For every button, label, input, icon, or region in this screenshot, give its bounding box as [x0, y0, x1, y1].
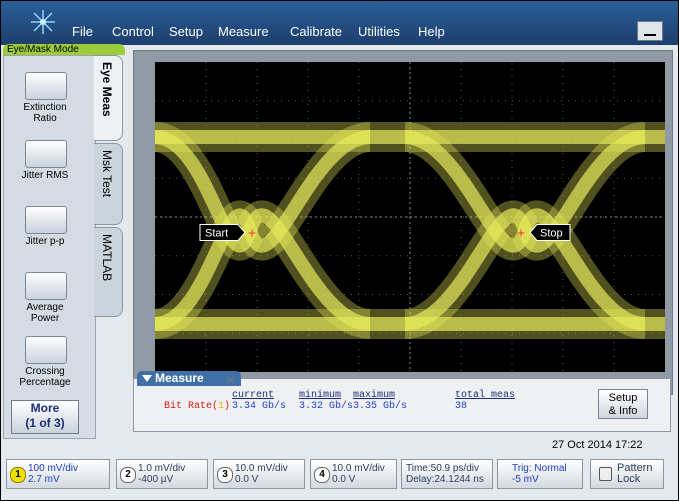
trigger-setting[interactable]: Trig: Normal -5 mV — [497, 459, 583, 489]
trigger-text: Trig: Normal -5 mV — [512, 463, 567, 485]
start-crosshair: + — [248, 225, 256, 241]
channel-4-badge: 4 — [314, 467, 330, 483]
tab-msk-test-label: Msk Test — [100, 150, 114, 198]
average-power-button[interactable]: Average Power — [14, 272, 76, 324]
menu-bar: File Control Setup Measure Calibrate Uti… — [1, 1, 678, 45]
trigger-level: -5 mV — [512, 474, 539, 485]
channel-4-setting[interactable]: 4 10.0 mV/div 0.0 V — [310, 459, 397, 489]
more-label: More — [30, 401, 60, 415]
jitter-pp-button[interactable]: Jitter p-p — [14, 206, 76, 247]
value-maximum: 3.35 Gb/s — [353, 401, 408, 412]
minimize-button[interactable] — [637, 21, 663, 41]
lock-icon — [599, 467, 612, 481]
timebase-text: Time:50.9 ps/div Delay:24.1244 ns — [406, 463, 484, 485]
tab-msk-test[interactable]: Msk Test — [94, 143, 123, 225]
crossing-percentage-button[interactable]: Crossing Percentage — [14, 336, 76, 388]
more-button[interactable]: More (1 of 3) — [11, 400, 79, 434]
extinction-ratio-button[interactable]: Extinction Ratio — [14, 72, 76, 124]
extinction-ratio-icon — [25, 72, 67, 100]
channel-4-text: 10.0 mV/div 0.0 V — [332, 463, 385, 485]
stop-crosshair: + — [517, 225, 525, 241]
channel-3-setting[interactable]: 3 10.0 mV/div 0.0 V — [213, 459, 305, 489]
side-tabs: Eye Meas Msk Test MATLAB — [94, 55, 124, 345]
crossing-percentage-icon — [25, 336, 67, 364]
close-icon[interactable]: ✕ — [225, 373, 236, 389]
datetime: 27 Oct 2014 17:22 — [552, 439, 643, 451]
average-power-icon — [25, 272, 67, 300]
pattern-lock-button[interactable]: Pattern Lock — [590, 459, 664, 489]
tab-eye-meas[interactable]: Eye Meas — [94, 55, 123, 141]
menu-help[interactable]: Help — [418, 24, 445, 39]
jitter-pp-label: Jitter p-p — [25, 236, 65, 247]
channel-1-offset: 2.7 mV — [28, 474, 60, 485]
menu-calibrate[interactable]: Calibrate — [290, 24, 342, 39]
menu-control[interactable]: Control — [112, 24, 154, 39]
jitter-rms-button[interactable]: Jitter RMS — [14, 140, 76, 181]
tab-eye-meas-label: Eye Meas — [100, 62, 114, 117]
header-total-meas: total meas — [455, 390, 516, 401]
channel-1-badge: 1 — [10, 467, 26, 483]
tab-matlab-label: MATLAB — [100, 234, 114, 282]
header-minimum: minimum — [299, 390, 342, 401]
setup-label: Setup — [608, 392, 638, 404]
value-current: 3.34 Gb/s — [232, 401, 287, 412]
value-minimum: 3.32 Gb/s — [299, 401, 354, 412]
stop-marker-label: Stop — [540, 228, 563, 240]
collapse-triangle-icon — [142, 375, 152, 382]
channel-2-text: 1.0 mV/div -400 µV — [138, 463, 185, 485]
channel-4-offset: 0.0 V — [332, 474, 356, 485]
channel-4-scale: 10.0 mV/div — [332, 463, 385, 474]
stop-marker[interactable]: Stop — [529, 224, 571, 241]
pattern-lock-line2: Lock — [617, 473, 641, 485]
timebase-delay: Delay:24.1244 ns — [406, 474, 484, 485]
start-marker[interactable]: Start — [199, 224, 246, 241]
menu-utilities[interactable]: Utilities — [358, 24, 400, 39]
tab-matlab[interactable]: MATLAB — [94, 227, 123, 317]
minimize-icon — [644, 34, 656, 36]
measurement-name-text: Bit Rate( — [164, 401, 219, 412]
channel-2-scale: 1.0 mV/div — [138, 463, 186, 474]
measurement-name-close: ) — [224, 401, 231, 412]
channel-2-badge: 2 — [120, 467, 136, 483]
pattern-lock-text: Pattern Lock — [617, 463, 652, 485]
average-power-label: Average Power — [26, 302, 64, 324]
jitter-rms-icon — [25, 140, 67, 168]
start-marker-label: Start — [205, 228, 228, 240]
menu-file[interactable]: File — [72, 24, 93, 39]
channel-1-scale: 100 mV/div — [28, 463, 79, 474]
channel-2-offset: -400 µV — [138, 474, 174, 485]
menu-setup[interactable]: Setup — [169, 24, 203, 39]
jitter-rms-label: Jitter RMS — [21, 170, 69, 181]
trigger-mode: Trig: Normal — [512, 463, 567, 474]
channel-2-setting[interactable]: 2 1.0 mV/div -400 µV — [116, 459, 208, 489]
crossing-percentage-label: Crossing Percentage — [19, 366, 71, 388]
channel-1-text: 100 mV/div 2.7 mV — [28, 463, 78, 485]
channel-3-scale: 10.0 mV/div — [235, 463, 288, 474]
measure-tab-label: Measure — [155, 371, 204, 385]
extinction-ratio-label: Extinction Ratio — [23, 102, 67, 124]
eye-diagram-plot[interactable]: Start Stop + + — [155, 62, 665, 372]
channel-3-text: 10.0 mV/div 0.0 V — [235, 463, 288, 485]
timebase-setting[interactable]: Time:50.9 ps/div Delay:24.1244 ns — [401, 459, 493, 489]
agilent-logo-icon — [31, 10, 55, 34]
value-total-meas: 38 — [455, 401, 468, 412]
info-label: & Info — [608, 405, 638, 417]
more-page-label: (1 of 3) — [25, 416, 65, 430]
jitter-pp-icon — [25, 206, 67, 234]
channel-3-badge: 3 — [217, 467, 233, 483]
header-maximum: maximum — [353, 390, 396, 401]
header-current: current — [232, 390, 275, 401]
menu-measure[interactable]: Measure — [218, 24, 269, 39]
eye-diagram-svg: Start Stop + + — [155, 62, 665, 372]
channel-1-setting[interactable]: 1 100 mV/div 2.7 mV — [6, 459, 110, 489]
timebase-scale: Time:50.9 ps/div — [406, 463, 479, 474]
eye-mask-mode-tab[interactable]: Eye/Mask Mode — [3, 44, 125, 55]
measurement-name: Bit Rate(1) — [164, 401, 230, 412]
channel-3-offset: 0.0 V — [235, 474, 259, 485]
setup-info-button[interactable]: Setup & Info — [598, 389, 648, 419]
